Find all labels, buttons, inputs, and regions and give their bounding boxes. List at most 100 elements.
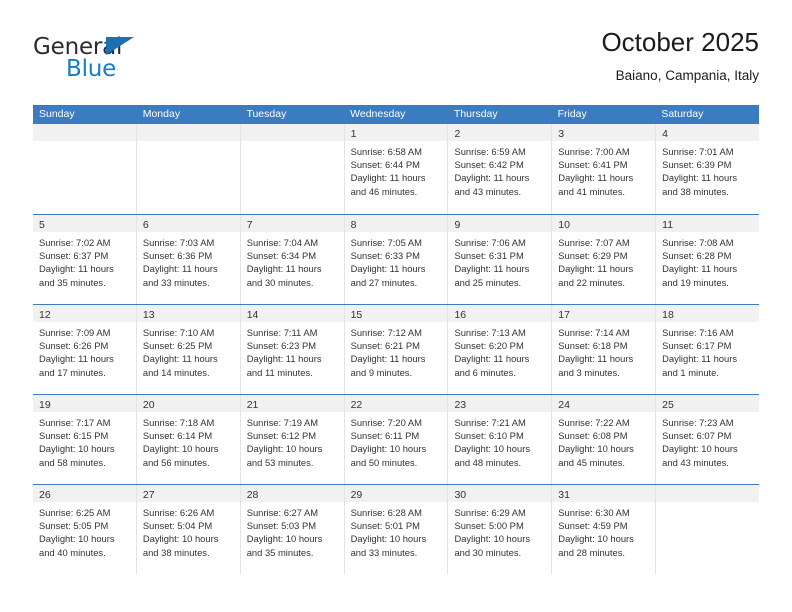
sunset-text: Sunset: 6:41 PM (558, 159, 628, 171)
sunrise-text: Sunrise: 7:01 AM (662, 146, 734, 157)
day-number: 2 (454, 128, 461, 140)
daylight-text: Daylight: 11 hours and 41 minutes. (558, 172, 634, 197)
calendar-day-cell[interactable]: 19 Sunrise: 7:17 AM Sunset: 6:15 PM Dayligh… (33, 395, 137, 484)
calendar-day-cell[interactable]: 16 Sunrise: 7:13 AM Sunset: 6:20 PM Dayligh… (448, 305, 553, 394)
day-number-band: 30 (448, 485, 552, 502)
calendar-day-cell[interactable]: 3 Sunrise: 7:00 AM Sunset: 6:41 PM Daylight… (552, 124, 657, 214)
calendar-day-cell[interactable]: 7 Sunrise: 7:04 AM Sunset: 6:34 PM Daylight… (240, 215, 345, 304)
sunrise-text: Sunrise: 7:18 AM (142, 417, 215, 428)
calendar-day-cell[interactable]: 18 Sunrise: 7:16 AM Sunset: 6:17 PM Dayligh… (656, 305, 760, 394)
sunset-text: Sunset: 6:11 PM (350, 430, 420, 442)
daylight-text: Daylight: 11 hours and 43 minutes. (454, 172, 530, 197)
sunrise-text: Sunrise: 7:16 AM (662, 327, 734, 338)
day-details: Sunrise: 7:09 AM Sunset: 6:26 PM Daylight:… (33, 322, 136, 379)
day-number-band: 24 (552, 395, 656, 412)
sunrise-text: Sunrise: 7:13 AM (454, 327, 526, 338)
daylight-text: Daylight: 11 hours and 11 minutes. (246, 353, 322, 378)
day-number-band: 22 (344, 395, 448, 412)
day-details: Sunrise: 7:14 AM Sunset: 6:18 PM Daylight:… (552, 322, 655, 379)
calendar-day-cell[interactable]: 29 Sunrise: 6:28 AM Sunset: 5:01 PM Dayligh… (344, 485, 449, 574)
sunset-text: Sunset: 6:12 PM (246, 430, 317, 442)
calendar-day-cell[interactable]: 5 Sunrise: 7:02 AM Sunset: 6:37 PM Daylight… (33, 215, 137, 304)
daylight-text: Daylight: 10 hours and 48 minutes. (454, 443, 531, 468)
day-details: Sunrise: 6:58 AM Sunset: 6:44 PM Daylight:… (345, 141, 448, 198)
logo-text-blue: Blue (66, 56, 117, 82)
daylight-text: Daylight: 11 hours and 46 minutes. (350, 172, 426, 197)
day-number-band (240, 124, 344, 141)
daylight-text: Daylight: 11 hours and 30 minutes. (246, 263, 322, 288)
calendar-day-cell[interactable]: 11 Sunrise: 7:08 AM Sunset: 6:28 PM Dayligh… (656, 215, 760, 304)
calendar-day-cell[interactable]: 9 Sunrise: 7:06 AM Sunset: 6:31 PM Daylight… (448, 215, 553, 304)
day-number-band: 2 (448, 124, 552, 141)
day-number: 29 (350, 489, 363, 501)
calendar-day-cell[interactable]: 28 Sunrise: 6:27 AM Sunset: 5:03 PM Dayligh… (240, 485, 345, 574)
calendar-week-row: 26 Sunrise: 6:25 AM Sunset: 5:05 PM Dayligh… (33, 484, 760, 574)
calendar-day-cell[interactable]: 27 Sunrise: 6:26 AM Sunset: 5:04 PM Dayligh… (136, 485, 241, 574)
sunrise-text: Sunrise: 7:10 AM (142, 327, 215, 338)
day-details: Sunrise: 6:28 AM Sunset: 5:01 PM Daylight:… (345, 502, 448, 559)
day-number-band (656, 485, 760, 502)
calendar-day-cell[interactable]: 31 Sunrise: 6:30 AM Sunset: 4:59 PM Dayligh… (552, 485, 657, 574)
day-details: Sunrise: 7:01 AM Sunset: 6:39 PM Daylight:… (656, 141, 759, 198)
day-number-band (33, 124, 136, 141)
calendar-day-cell[interactable]: 4 Sunrise: 7:01 AM Sunset: 6:39 PM Daylight… (656, 124, 760, 214)
calendar-day-cell[interactable]: 26 Sunrise: 6:25 AM Sunset: 5:05 PM Dayligh… (33, 485, 137, 574)
calendar-day-cell[interactable]: 10 Sunrise: 7:07 AM Sunset: 6:29 PM Dayligh… (552, 215, 657, 304)
day-details: Sunrise: 7:12 AM Sunset: 6:21 PM Daylight:… (345, 322, 448, 379)
calendar-day-cell[interactable]: 22 Sunrise: 7:20 AM Sunset: 6:11 PM Dayligh… (344, 395, 449, 484)
calendar-day-cell[interactable]: 17 Sunrise: 7:14 AM Sunset: 6:18 PM Dayligh… (552, 305, 657, 394)
day-details: Sunrise: 7:02 AM Sunset: 6:37 PM Daylight:… (33, 232, 136, 289)
calendar-day-cell[interactable]: 21 Sunrise: 7:19 AM Sunset: 6:12 PM Dayligh… (240, 395, 345, 484)
day-number: 13 (142, 309, 155, 321)
calendar-day-cell[interactable]: 2 Sunrise: 6:59 AM Sunset: 6:42 PM Daylight… (448, 124, 553, 214)
sunset-text: Sunset: 6:34 PM (246, 250, 317, 262)
day-number: 24 (558, 399, 570, 411)
calendar-day-cell[interactable]: 8 Sunrise: 7:05 AM Sunset: 6:33 PM Daylight… (344, 215, 449, 304)
daylight-text: Daylight: 11 hours and 22 minutes. (558, 263, 634, 288)
calendar-grid: Sunday Monday Tuesday Wednesday Thursday… (33, 105, 760, 574)
calendar-day-cell[interactable]: 12 Sunrise: 7:09 AM Sunset: 6:26 PM Dayligh… (33, 305, 137, 394)
day-number-band: 18 (656, 305, 760, 322)
day-details: Sunrise: 7:18 AM Sunset: 6:14 PM Daylight:… (137, 412, 240, 469)
sunset-text: Sunset: 6:18 PM (558, 340, 628, 352)
calendar-day-cell[interactable]: 1 Sunrise: 6:58 AM Sunset: 6:44 PM Daylight… (344, 124, 449, 214)
day-details: Sunrise: 7:17 AM Sunset: 6:15 PM Daylight:… (33, 412, 136, 469)
sunset-text: Sunset: 6:20 PM (454, 340, 524, 352)
calendar-day-cell[interactable]: 25 Sunrise: 7:23 AM Sunset: 6:07 PM Dayligh… (656, 395, 760, 484)
sunrise-text: Sunrise: 6:28 AM (350, 507, 422, 518)
calendar-day-cell[interactable]: 13 Sunrise: 7:10 AM Sunset: 6:25 PM Dayligh… (136, 305, 241, 394)
title-block: October 2025 Baiano, Campania, Italy (601, 26, 759, 86)
daylight-text: Daylight: 11 hours and 35 minutes. (39, 263, 114, 288)
daylight-text: Daylight: 11 hours and 9 minutes. (350, 353, 426, 378)
day-number-band: 27 (136, 485, 240, 502)
daylight-text: Daylight: 10 hours and 58 minutes. (39, 443, 115, 468)
day-details: Sunrise: 7:16 AM Sunset: 6:17 PM Daylight:… (656, 322, 759, 379)
day-number: 27 (142, 489, 155, 501)
day-details: Sunrise: 7:03 AM Sunset: 6:36 PM Daylight:… (137, 232, 240, 289)
calendar-day-cell[interactable]: 14 Sunrise: 7:11 AM Sunset: 6:23 PM Dayligh… (240, 305, 345, 394)
calendar-day-cell[interactable]: 6 Sunrise: 7:03 AM Sunset: 6:36 PM Daylight… (136, 215, 241, 304)
daylight-text: Daylight: 10 hours and 43 minutes. (662, 443, 738, 468)
calendar-day-cell-empty (33, 124, 137, 214)
weekday-header-saturday: Saturday (661, 108, 704, 120)
calendar-day-cell[interactable]: 24 Sunrise: 7:22 AM Sunset: 6:08 PM Dayligh… (552, 395, 657, 484)
page-title: October 2025 (601, 27, 759, 57)
day-number-band: 29 (344, 485, 448, 502)
day-number: 15 (350, 309, 363, 321)
day-number: 10 (558, 219, 570, 231)
day-details: Sunrise: 6:27 AM Sunset: 5:03 PM Daylight:… (241, 502, 344, 559)
day-number-band: 13 (136, 305, 240, 322)
sunset-text: Sunset: 6:14 PM (142, 430, 213, 442)
calendar-day-cell[interactable]: 15 Sunrise: 7:12 AM Sunset: 6:21 PM Dayligh… (344, 305, 449, 394)
daylight-text: Daylight: 11 hours and 1 minute. (662, 353, 738, 378)
sunrise-text: Sunrise: 7:14 AM (558, 327, 630, 338)
daylight-text: Daylight: 11 hours and 3 minutes. (558, 353, 634, 378)
sunset-text: Sunset: 6:25 PM (142, 340, 213, 352)
calendar-day-cell[interactable]: 20 Sunrise: 7:18 AM Sunset: 6:14 PM Dayligh… (136, 395, 241, 484)
calendar-day-cell[interactable]: 30 Sunrise: 6:29 AM Sunset: 5:00 PM Dayligh… (448, 485, 553, 574)
sunset-text: Sunset: 6:29 PM (558, 250, 628, 262)
calendar-day-cell[interactable]: 23 Sunrise: 7:21 AM Sunset: 6:10 PM Dayligh… (448, 395, 553, 484)
sunset-text: Sunset: 6:36 PM (142, 250, 213, 262)
day-details: Sunrise: 7:13 AM Sunset: 6:20 PM Daylight:… (448, 322, 551, 379)
daylight-text: Daylight: 10 hours and 35 minutes. (246, 533, 323, 558)
